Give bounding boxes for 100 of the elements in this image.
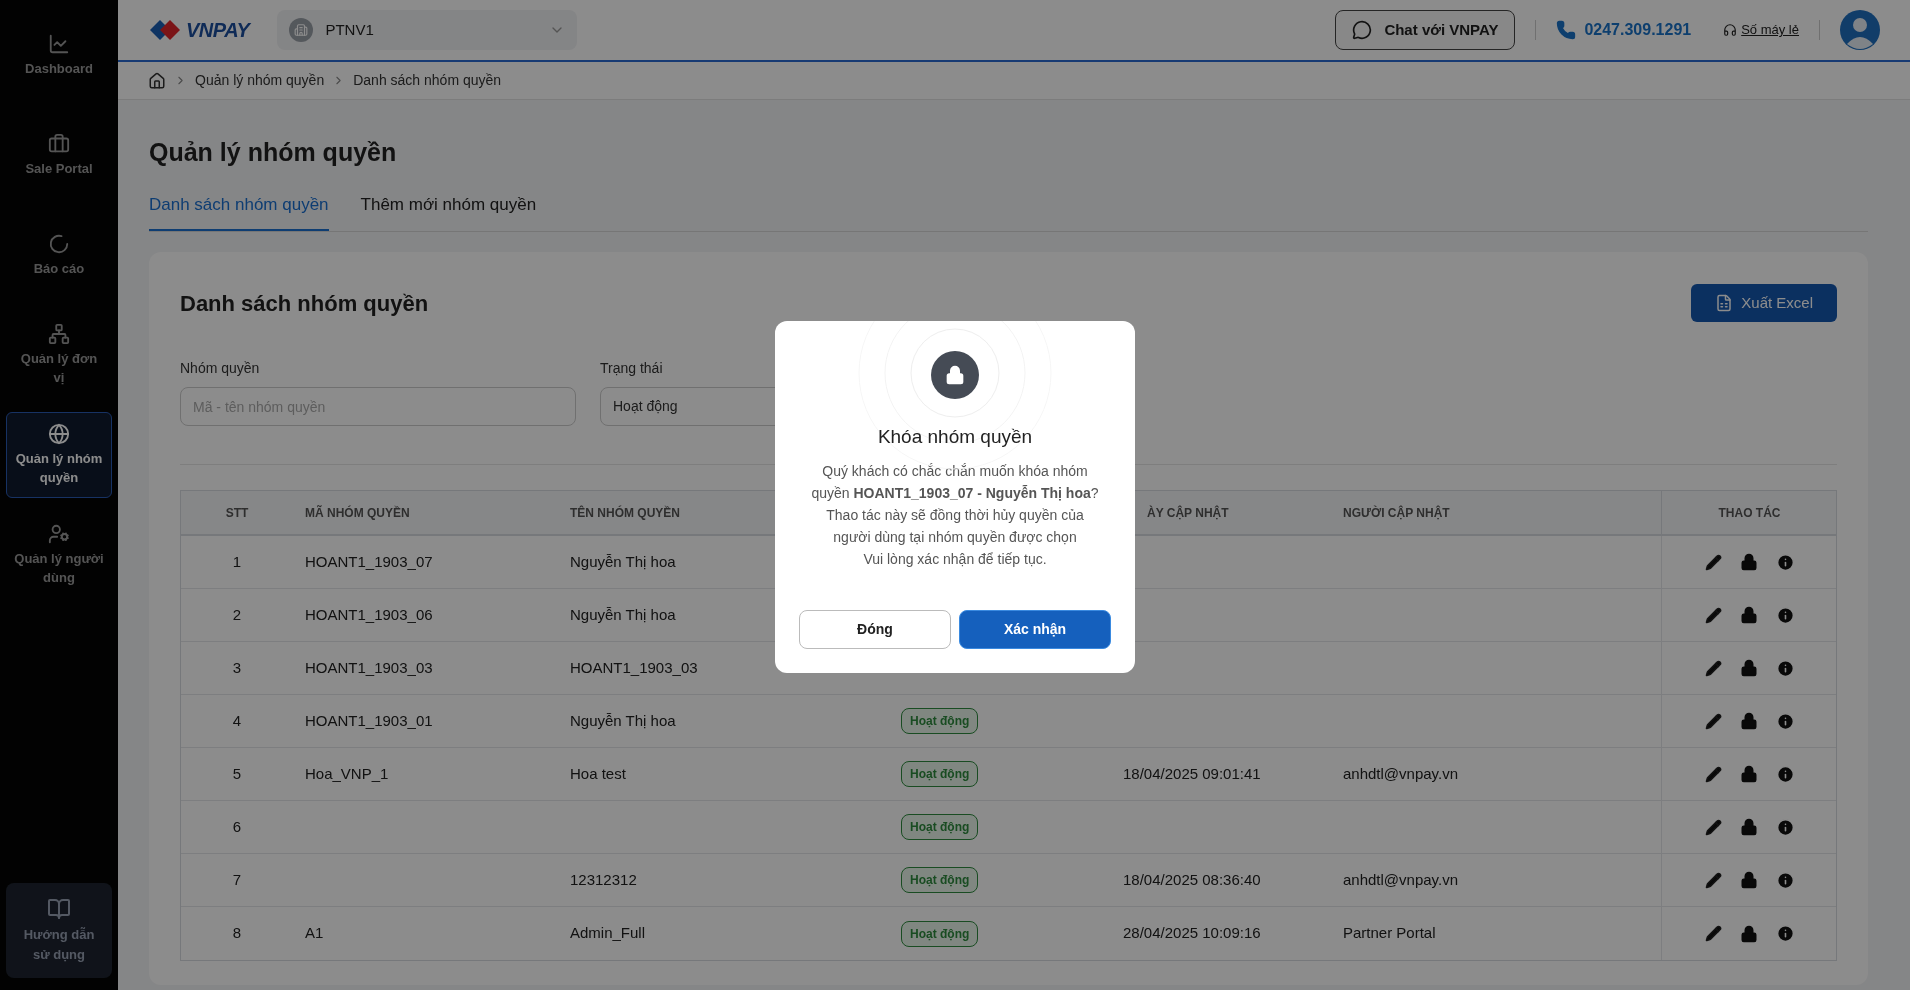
sidebar-item[interactable]: Báo cáo (6, 212, 112, 298)
sidebar-icon (48, 423, 70, 445)
table-cell: HOANT1_1903_01 (305, 711, 433, 729)
close-button[interactable]: Đóng (799, 609, 951, 649)
spreadsheet-icon (1715, 294, 1734, 312)
table-cell: anhdtl@vnpay.vn (1343, 870, 1459, 888)
column-header: NGƯỜI CẬP NHẬT (1343, 505, 1450, 520)
dialog-message: Vui lòng xác nhận để tiếp tục. (862, 549, 1048, 569)
export-excel-button[interactable]: Xuất Excel (1691, 284, 1837, 322)
edit-button[interactable] (1704, 871, 1722, 889)
edit-button[interactable] (1704, 818, 1722, 836)
sidebar-item[interactable]: Quản lý đơn vị (6, 312, 112, 398)
info-button[interactable] (1775, 658, 1795, 678)
table-cell: HOANT1_1903_03 (305, 658, 433, 676)
lock-button[interactable] (1739, 553, 1758, 571)
edit-button[interactable] (1704, 712, 1722, 730)
column-header: STT (224, 504, 250, 522)
lock-button[interactable] (1739, 659, 1758, 677)
filter-label: Trạng thái (600, 359, 664, 378)
table-cell: 12312312 (570, 870, 637, 888)
lock-button[interactable] (1739, 712, 1758, 730)
table-cell-text: 4 (231, 710, 243, 731)
logo-text: VNPAY (186, 18, 250, 43)
table-cell: 18/04/2025 08:36:40 (1123, 870, 1261, 888)
sidebar-icon (48, 523, 70, 545)
table-cell: anhdtl@vnpay.vn (1343, 764, 1459, 782)
table-cell: Hoa_VNP_1 (305, 764, 389, 782)
edit-button[interactable] (1704, 765, 1722, 783)
tab[interactable]: Danh sách nhóm quyền (149, 191, 329, 231)
table-cell-text: 6 (231, 816, 243, 837)
lock-icon (931, 351, 979, 399)
breadcrumb-link[interactable]: Danh sách nhóm quyền (353, 70, 502, 91)
info-button[interactable] (1775, 552, 1795, 572)
lock-button[interactable] (1739, 924, 1758, 943)
lock-button[interactable] (1739, 818, 1758, 836)
sidebar-item[interactable]: Quản lý nhóm quyền (6, 412, 112, 498)
lock-button[interactable] (1739, 871, 1758, 889)
info-button[interactable] (1775, 870, 1795, 890)
phone-number: 0247.309.1291 (1584, 20, 1692, 40)
status-badge: Hoạt động (901, 708, 979, 734)
edit-button[interactable] (1704, 553, 1722, 571)
edit-button[interactable] (1704, 925, 1722, 942)
tab[interactable]: Thêm mới nhóm quyền (360, 191, 537, 231)
sidebar-icon (48, 323, 70, 345)
book-icon (47, 896, 71, 921)
sidebar-item[interactable]: Quản lý người dùng (6, 512, 112, 598)
info-button[interactable] (1775, 764, 1795, 784)
home-icon[interactable] (148, 71, 166, 90)
sidebar-icon (48, 232, 70, 255)
card-title: Danh sách nhóm quyền (180, 289, 429, 318)
table-cell: HOANT1_1903_03 (570, 658, 698, 676)
table-cell: Nguyễn Thị hoa (570, 605, 676, 623)
table-cell: 28/04/2025 10:09:16 (1123, 924, 1261, 942)
edit-button[interactable] (1704, 606, 1722, 624)
sidebar-item[interactable]: Sale Portal (6, 112, 112, 198)
table-cell: HOANT1_1903_07 (305, 552, 433, 570)
sidebar-icon (48, 32, 70, 55)
info-button[interactable] (1775, 817, 1795, 837)
dialog-title: Khóa nhóm quyền (877, 425, 1033, 449)
table-cell: A1 (305, 924, 324, 942)
chat-icon (1352, 20, 1373, 40)
table-cell-text: 8 (231, 923, 243, 944)
status-badge: Hoạt động (901, 920, 979, 947)
user-guide-button[interactable]: Hướng dẫn sử dụng (6, 883, 112, 978)
sidebar-item[interactable]: Dashboard (6, 12, 112, 98)
table-cell-text: 3 (231, 657, 243, 678)
table-cell: HOANT1_1903_06 (305, 605, 433, 623)
table-cell: Hoa test (570, 764, 626, 782)
table-cell: Nguyễn Thị hoa (570, 711, 676, 729)
edit-button[interactable] (1704, 659, 1722, 677)
table-cell: Partner Portal (1343, 924, 1436, 942)
confirm-button[interactable]: Xác nhận (959, 609, 1111, 649)
building-icon (289, 18, 314, 42)
table-cell: Nguyễn Thị hoa (570, 552, 676, 570)
info-button[interactable] (1775, 711, 1795, 731)
column-header: MÃ NHÓM QUYỀN (305, 505, 410, 520)
status-badge: Hoạt động (901, 761, 979, 787)
info-button[interactable] (1775, 924, 1795, 943)
status-badge: Hoạt động (901, 867, 979, 893)
lock-button[interactable] (1739, 765, 1758, 783)
info-button[interactable] (1775, 605, 1795, 625)
page-title: Quản lý nhóm quyền (149, 137, 398, 168)
column-header: THAO TÁC (1661, 491, 1837, 534)
dialog-message: Quý khách có chắc chắn muốn khóa nhóm quyền HOANT1_1903_07 - Nguyễn Thị hoa? (810, 461, 1100, 503)
extension-link[interactable]: Số máy lẻ (1723, 20, 1799, 40)
avatar-icon[interactable] (1840, 10, 1880, 50)
chat-button[interactable]: Chat với VNPAY (1335, 10, 1516, 50)
lock-button[interactable] (1739, 606, 1758, 624)
breadcrumb-link[interactable]: Quản lý nhóm quyền (195, 70, 325, 91)
table-cell: 18/04/2025 09:01:41 (1123, 764, 1261, 782)
sidebar-icon (48, 132, 70, 155)
logo-icon (148, 18, 182, 42)
table-cell-text: 2 (231, 604, 243, 625)
phone-icon (1556, 20, 1577, 40)
table-cell-text: 1 (231, 551, 243, 572)
table-cell: Admin_Full (570, 924, 646, 942)
organization-select[interactable]: PTNV1 (277, 10, 578, 50)
status-badge: Hoạt động (901, 814, 979, 840)
dialog-message: Thao tác này sẽ đồng thời hủy quyền của người dùng tại nhóm quyền được chọn (825, 505, 1085, 547)
column-header: TÊN NHÓM QUYỀN (570, 505, 680, 520)
